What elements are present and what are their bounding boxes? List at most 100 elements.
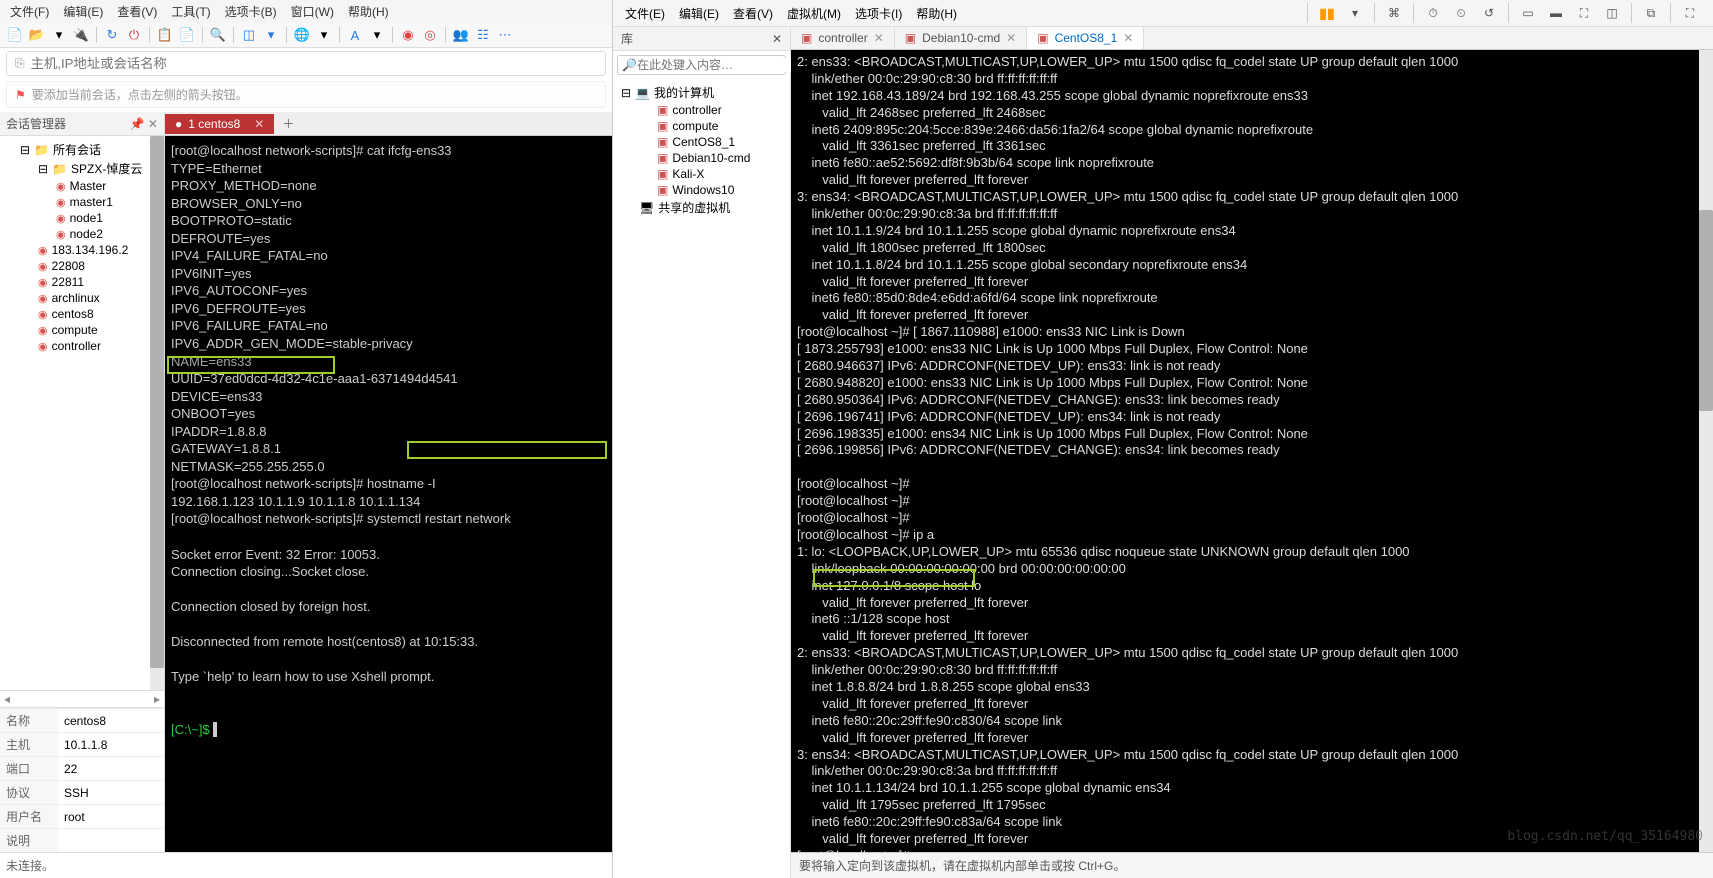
send-ctrl-alt-del-icon[interactable]: ⌘: [1383, 3, 1405, 23]
view-fullscreen-icon[interactable]: ⛶: [1573, 3, 1595, 23]
tree-scrollbar[interactable]: [150, 136, 164, 690]
console-icon[interactable]: ⧉: [1640, 3, 1662, 23]
snapshot-manage-icon[interactable]: ⏲: [1450, 3, 1472, 23]
lib-compute[interactable]: compute: [672, 119, 718, 133]
vm-footer: 要将输入定向到该虚拟机，请在虚拟机内部单击或按 Ctrl+G。: [791, 852, 1713, 878]
dropdown-icon[interactable]: ▾: [50, 26, 68, 44]
menu-tabs[interactable]: 选项卡(B): [225, 3, 277, 20]
tree-item-183[interactable]: 183.134.196.2: [52, 243, 129, 257]
new-session-icon[interactable]: 📄: [6, 26, 24, 44]
paste-icon[interactable]: 📄: [178, 26, 196, 44]
hint-text: 要添加当前会话，点击左侧的箭头按钮。: [32, 86, 248, 103]
lib-win10[interactable]: Windows10: [672, 183, 734, 197]
reconnect-icon[interactable]: ↻: [103, 26, 121, 44]
tile-icon[interactable]: ◫: [240, 26, 258, 44]
snapshot-take-icon[interactable]: ⏱: [1422, 3, 1444, 23]
flag-icon: ⚑: [15, 88, 26, 102]
tile2-icon[interactable]: ▾: [262, 26, 280, 44]
tree-folder1[interactable]: SPZX-悼度云: [71, 160, 142, 177]
session-manager-title: 会话管理器: [6, 115, 66, 132]
prop-host-val: 10.1.1.8: [58, 733, 164, 757]
xshell-terminal[interactable]: [root@localhost network-scripts]# cat if…: [165, 136, 612, 852]
view-unity-icon[interactable]: ◫: [1601, 3, 1623, 23]
vmware-terminal[interactable]: 2: ens33: <BROADCAST,MULTICAST,UP,LOWER_…: [791, 50, 1713, 852]
lib-shared[interactable]: 共享的虚拟机: [658, 199, 730, 216]
menu-view[interactable]: 查看(V): [117, 3, 157, 20]
vm-tab-debian10[interactable]: ▣Debian10-cmd✕: [895, 27, 1027, 49]
library-close-icon[interactable]: ✕: [772, 32, 782, 46]
lib-debian10[interactable]: Debian10-cmd: [672, 151, 750, 165]
tool3-icon[interactable]: ☷: [474, 26, 492, 44]
vm-menu-view[interactable]: 查看(V): [733, 5, 773, 22]
xftp-icon[interactable]: ◉: [399, 26, 417, 44]
lib-root[interactable]: 我的计算机: [654, 84, 714, 101]
menu-help[interactable]: 帮助(H): [348, 3, 389, 20]
session-tree[interactable]: ⊟📁所有会话 ⊟📁SPZX-悼度云 ◉Master ◉master1 ◉node…: [0, 136, 164, 690]
address-bar[interactable]: ⎘: [6, 51, 606, 76]
vm-menu-tabs[interactable]: 选项卡(I): [855, 5, 902, 22]
lib-centos8[interactable]: CentOS8_1: [672, 135, 735, 149]
power-dropdown-icon[interactable]: ▾: [1344, 3, 1366, 23]
tree-root[interactable]: 所有会话: [53, 141, 101, 158]
vm-icon: ▣: [657, 103, 668, 117]
lib-kalix[interactable]: Kali-X: [672, 167, 704, 181]
tool4-icon[interactable]: ⋯: [496, 26, 514, 44]
tree-item-22811[interactable]: 22811: [52, 275, 84, 289]
open-icon[interactable]: 📂: [28, 26, 46, 44]
snapshot-revert-icon[interactable]: ↺: [1478, 3, 1500, 23]
vm-menu-file[interactable]: 文件(E): [625, 5, 665, 22]
copy-icon[interactable]: 📋: [156, 26, 174, 44]
users-icon[interactable]: 👥: [452, 26, 470, 44]
vm-tab-centos8[interactable]: ▣CentOS8_1✕: [1027, 27, 1144, 49]
vm-icon: ▣: [657, 167, 668, 181]
tree-item-compute[interactable]: compute: [52, 323, 98, 337]
library-tree[interactable]: ⊟💻我的计算机 ▣controller ▣compute ▣CentOS8_1 …: [613, 79, 790, 878]
menu-file[interactable]: 文件(F): [10, 3, 49, 20]
prop-port-label: 端口: [0, 757, 58, 781]
menu-tools[interactable]: 工具(T): [171, 3, 210, 20]
disconnect-icon[interactable]: ⏻: [125, 26, 143, 44]
vm-scrollbar[interactable]: [1699, 50, 1713, 852]
dropdown2-icon[interactable]: ▾: [315, 26, 333, 44]
tree-hscroll-right[interactable]: ▸: [154, 692, 160, 706]
tab-add-button[interactable]: ＋: [274, 112, 302, 135]
xshell-toolbar: 📄 📂 ▾ 🔌 ↻ ⏻ 📋 📄 🔍 ◫ ▾ 🌐 ▾ A ▾ ◉ ◎ �: [0, 23, 612, 48]
tree-item-controller[interactable]: controller: [52, 339, 101, 353]
globe-icon[interactable]: 🌐: [293, 26, 311, 44]
tree-item-master-u[interactable]: Master: [70, 179, 107, 193]
pin-close-icons[interactable]: 📌 ✕: [130, 117, 158, 131]
menu-window[interactable]: 窗口(W): [291, 3, 334, 20]
menu-edit[interactable]: 编辑(E): [63, 3, 103, 20]
vm-menu-edit[interactable]: 编辑(E): [679, 5, 719, 22]
tree-hscroll-left[interactable]: ◂: [4, 692, 10, 706]
library-search[interactable]: 🔎 ▾: [617, 55, 786, 75]
tree-item-node2[interactable]: node2: [70, 227, 103, 241]
tab-centos8[interactable]: ● 1 centos8 ✕: [165, 114, 274, 134]
tree-item-22808[interactable]: 22808: [52, 259, 85, 273]
view-single-icon[interactable]: ▭: [1517, 3, 1539, 23]
connect-icon[interactable]: 🔌: [72, 26, 90, 44]
tool2-icon[interactable]: ◎: [421, 26, 439, 44]
tree-item-master1[interactable]: master1: [70, 195, 113, 209]
tree-item-node1[interactable]: node1: [70, 211, 103, 225]
tab-close-icon[interactable]: ✕: [254, 117, 264, 131]
lib-controller[interactable]: controller: [672, 103, 721, 117]
address-input[interactable]: [31, 56, 597, 71]
vmware-window: 文件(E) 编辑(E) 查看(V) 虚拟机(M) 选项卡(I) 帮助(H) ▮▮…: [613, 0, 1713, 878]
vm-menu-help[interactable]: 帮助(H): [916, 5, 957, 22]
stretch-icon[interactable]: ⛶: [1679, 3, 1701, 23]
view-single2-icon[interactable]: ▬: [1545, 3, 1567, 23]
pause-button[interactable]: ▮▮: [1316, 3, 1338, 23]
close-icon[interactable]: ✕: [1123, 31, 1133, 45]
close-icon[interactable]: ✕: [874, 31, 884, 45]
dropdown3-icon[interactable]: ▾: [368, 26, 386, 44]
vm-tab-controller[interactable]: ▣controller✕: [791, 27, 895, 49]
close-icon[interactable]: ✕: [1006, 31, 1016, 45]
vm-icon: ▣: [657, 119, 668, 133]
search-icon[interactable]: 🔍: [209, 26, 227, 44]
font-icon[interactable]: A: [346, 26, 364, 44]
tree-item-archlinux[interactable]: archlinux: [52, 291, 100, 305]
library-search-input[interactable]: [637, 58, 792, 72]
tree-item-centos8[interactable]: centos8: [52, 307, 94, 321]
vm-menu-vm[interactable]: 虚拟机(M): [787, 5, 841, 22]
